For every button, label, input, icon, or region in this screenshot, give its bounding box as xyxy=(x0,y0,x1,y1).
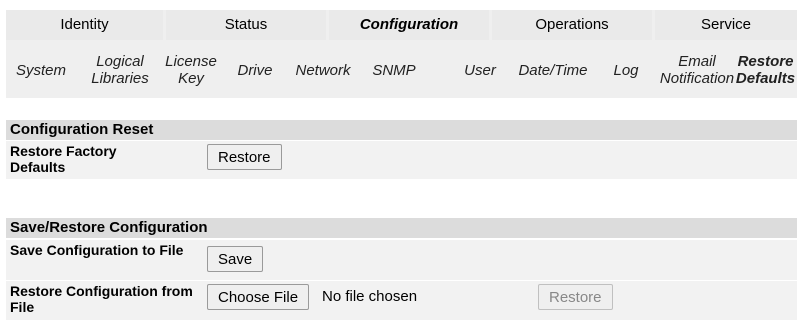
tab-service[interactable]: Service xyxy=(655,10,797,40)
save-restore-configuration-header: Save/Restore Configuration xyxy=(6,218,797,238)
save-configuration-row: Save Configuration to File Save xyxy=(6,240,797,280)
restore-configuration-row: Restore Configuration from File Choose F… xyxy=(6,281,797,320)
subtab-log[interactable]: Log xyxy=(606,42,646,98)
subtab-snmp[interactable]: SNMP xyxy=(364,42,424,98)
main-tabs: Identity Status Configuration Operations… xyxy=(6,10,797,40)
configuration-reset-header: Configuration Reset xyxy=(6,120,797,140)
subtab-date-time[interactable]: Date/Time xyxy=(506,42,600,98)
tab-configuration[interactable]: Configuration xyxy=(329,10,489,40)
restore-factory-defaults-label: Restore Factory Defaults xyxy=(10,143,117,175)
tab-identity[interactable]: Identity xyxy=(6,10,163,40)
subtab-logical-libraries[interactable]: Logical Libraries xyxy=(84,42,156,98)
subtab-email-notification[interactable]: Email Notification xyxy=(656,42,738,98)
file-status-text: No file chosen xyxy=(322,288,418,305)
subtab-system[interactable]: System xyxy=(6,42,76,98)
subtab-restore-defaults[interactable]: Restore Defaults xyxy=(734,42,797,98)
restore-configuration-button[interactable]: Restore xyxy=(538,284,613,310)
sub-tabs: System Logical Libraries License Key Dri… xyxy=(6,42,797,98)
tab-status[interactable]: Status xyxy=(166,10,326,40)
choose-file-button[interactable]: Choose File xyxy=(207,284,310,310)
subtab-network[interactable]: Network xyxy=(286,42,360,98)
restore-configuration-label: Restore Configuration from File xyxy=(10,283,193,315)
top-navigation: Identity Status Configuration Operations… xyxy=(6,10,797,98)
subtab-user[interactable]: User xyxy=(458,42,502,98)
restore-factory-defaults-button[interactable]: Restore xyxy=(207,144,282,170)
tab-operations[interactable]: Operations xyxy=(492,10,652,40)
save-configuration-label: Save Configuration to File xyxy=(10,242,184,258)
restore-factory-defaults-row: Restore Factory Defaults Restore xyxy=(6,141,797,179)
save-configuration-button[interactable]: Save xyxy=(207,246,264,272)
subtab-license-key[interactable]: License Key xyxy=(160,42,222,98)
subtab-drive[interactable]: Drive xyxy=(230,42,280,98)
